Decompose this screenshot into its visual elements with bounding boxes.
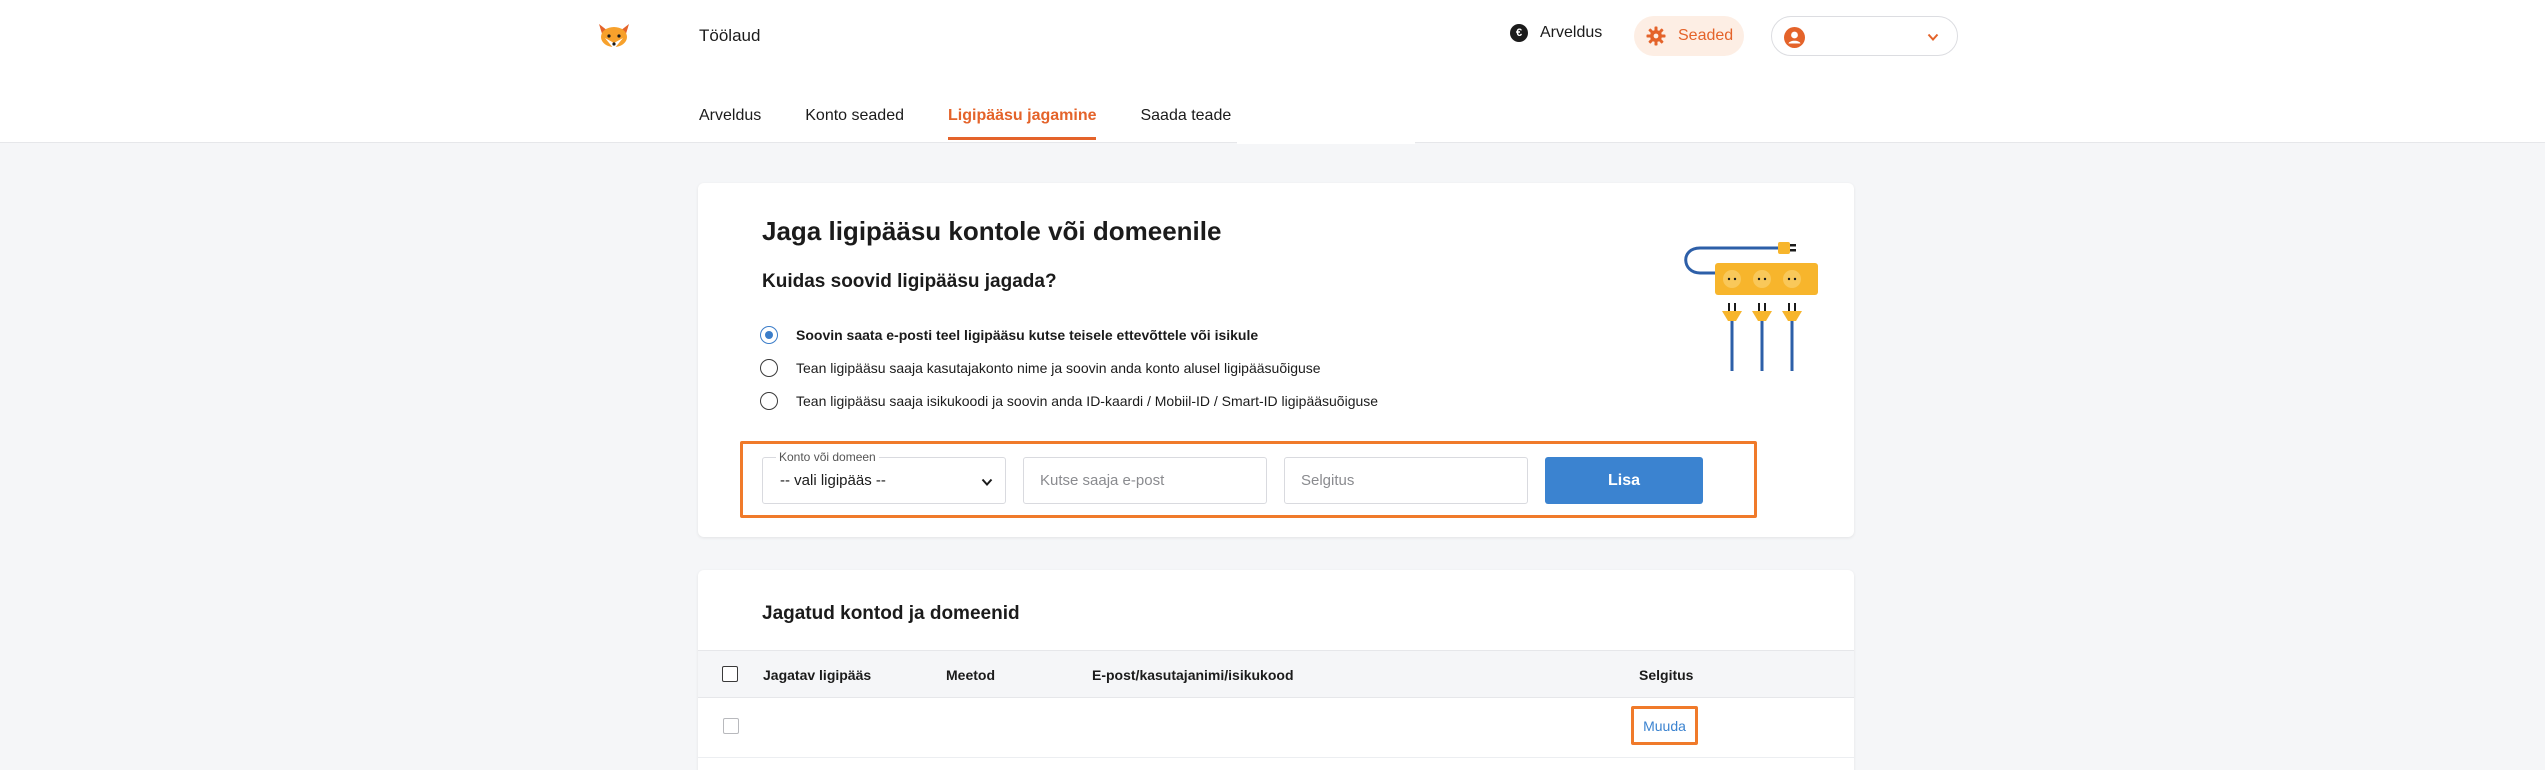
edit-highlight-box: Muuda — [1631, 706, 1698, 745]
account-domain-label: Konto või domeen — [776, 450, 879, 464]
top-bar: Töölaud € Arveldus Seaded Arveldus Konto… — [0, 0, 2545, 144]
settings-label: Seaded — [1678, 27, 1734, 44]
select-all-checkbox[interactable] — [722, 666, 738, 682]
fox-logo-icon[interactable] — [597, 22, 631, 50]
radio-label: Tean ligipääsu saaja kasutajakonto nime … — [796, 360, 1321, 376]
gear-icon — [1646, 26, 1666, 46]
tab-access-sharing[interactable]: Ligipääsu jagamine — [948, 107, 1097, 143]
account-domain-select[interactable]: Konto või domeen -- vali ligipääs -- — [762, 450, 1006, 504]
shared-accounts-card: Jagatud kontod ja domeenid Jagatav ligip… — [698, 570, 1854, 770]
account-domain-value: -- vali ligipääs -- — [780, 472, 886, 489]
row-checkbox[interactable] — [723, 718, 739, 734]
app-title[interactable]: Töölaud — [699, 26, 760, 46]
radio-label: Tean ligipääsu saaja isikukoodi ja soovi… — [796, 393, 1379, 409]
explanation-input[interactable] — [1284, 457, 1528, 504]
column-header-shared-access: Jagatav ligipääs — [763, 667, 872, 683]
settings-tabs: Arveldus Konto seaded Ligipääsu jagamine… — [699, 107, 1275, 143]
euro-icon: € — [1510, 24, 1528, 42]
column-header-email-username-code: E-post/kasutajanimi/isikukood — [1092, 667, 1294, 683]
page-title: Jaga ligipääsu kontole või domeenile — [762, 216, 1222, 246]
radio-option-email[interactable]: Soovin saata e-posti teel ligipääsu kuts… — [760, 326, 1258, 344]
tab-billing[interactable]: Arveldus — [699, 107, 761, 143]
tab-bar-divider — [1237, 141, 1415, 144]
radio-option-personal-code[interactable]: Tean ligipääsu saaja isikukoodi ja soovi… — [760, 392, 1378, 410]
share-access-card: Jaga ligipääsu kontole või domeenile Kui… — [698, 183, 1854, 537]
column-header-method: Meetod — [946, 667, 995, 683]
tab-send-message[interactable]: Saada teade — [1140, 107, 1231, 143]
share-method-question: Kuidas soovid ligipääsu jagada? — [762, 271, 1057, 292]
settings-button[interactable]: Seaded — [1634, 16, 1744, 56]
tab-account-settings[interactable]: Konto seaded — [805, 107, 904, 143]
user-avatar-icon — [1784, 27, 1805, 48]
radio-button[interactable] — [760, 392, 778, 410]
table-header: Jagatav ligipääs Meetod E-post/kasutajan… — [698, 650, 1854, 698]
invite-email-input[interactable] — [1023, 457, 1267, 504]
add-button[interactable]: Lisa — [1545, 457, 1703, 504]
power-strip-illustration-icon — [1684, 242, 1818, 371]
radio-option-username[interactable]: Tean ligipääsu saaja kasutajakonto nime … — [760, 359, 1321, 377]
shared-accounts-title: Jagatud kontod ja domeenid — [762, 603, 1020, 624]
edit-link[interactable]: Muuda — [1643, 718, 1686, 734]
radio-button[interactable] — [760, 359, 778, 377]
billing-label: Arveldus — [1540, 24, 1603, 41]
radio-label: Soovin saata e-posti teel ligipääsu kuts… — [796, 327, 1259, 343]
table-row: Muuda — [698, 698, 1854, 758]
column-header-explanation: Selgitus — [1639, 667, 1694, 683]
radio-button[interactable] — [760, 326, 778, 344]
chevron-down-icon — [981, 478, 993, 486]
user-menu-button[interactable] — [1771, 16, 1958, 56]
chevron-down-icon — [1927, 33, 1939, 41]
billing-link[interactable]: € Arveldus — [1510, 24, 1602, 42]
